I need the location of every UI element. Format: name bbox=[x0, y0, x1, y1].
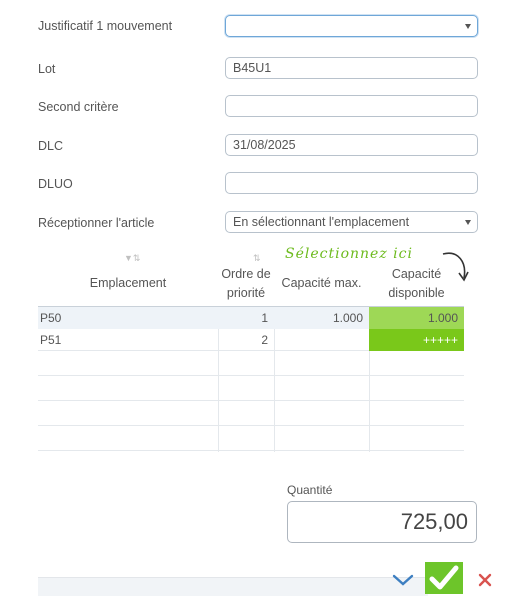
chevron-down-icon bbox=[465, 220, 471, 225]
cell-emplacement: P50 bbox=[40, 311, 62, 325]
reception-select[interactable]: En sélectionnant l'emplacement bbox=[225, 211, 478, 233]
table-row[interactable]: P51 2 +++++ bbox=[38, 329, 464, 351]
cell-ordre: 2 bbox=[261, 333, 268, 347]
col-header-ordre-line1: Ordre de bbox=[221, 267, 271, 281]
table-row[interactable]: P50 1 1.000 1.000 bbox=[38, 307, 464, 329]
filter-icon[interactable]: ▼⇅ bbox=[124, 253, 140, 264]
grid-divider bbox=[38, 375, 464, 376]
grid-divider bbox=[38, 400, 464, 401]
col-header-capacite-dispo-line2: disponible bbox=[388, 286, 445, 300]
cell-ordre: 1 bbox=[261, 311, 268, 325]
reception-value: En sélectionnant l'emplacement bbox=[233, 215, 410, 229]
lot-value: B45U1 bbox=[233, 61, 272, 75]
chevron-down-icon bbox=[392, 574, 414, 586]
chevron-down-icon bbox=[465, 24, 471, 29]
cell-capacite-max: 1.000 bbox=[332, 311, 363, 325]
emplacement-grid: ▼⇅ Emplacement ⇅ Ordre de priorité Capac… bbox=[38, 250, 464, 452]
quantite-label: Quantité bbox=[287, 483, 333, 497]
lot-label: Lot bbox=[38, 62, 56, 76]
dluo-field[interactable] bbox=[225, 172, 478, 194]
dlc-field[interactable]: 31/08/2025 bbox=[225, 134, 478, 156]
cancel-button[interactable] bbox=[470, 566, 500, 594]
justificatif-select[interactable] bbox=[225, 15, 478, 37]
check-icon bbox=[429, 565, 459, 590]
footer-bar bbox=[38, 577, 428, 596]
col-header-ordre-line2: priorité bbox=[226, 286, 266, 300]
col-header-capacite-dispo-line1: Capacité bbox=[391, 267, 442, 281]
col-header-ordre[interactable]: Ordre de priorité bbox=[218, 265, 274, 303]
cell-capacite-dispo[interactable]: 1.000 bbox=[369, 307, 464, 329]
col-header-capacite-dispo[interactable]: Capacité disponible bbox=[369, 265, 464, 303]
chevron-down-button[interactable] bbox=[388, 566, 418, 594]
cell-capacite-dispo[interactable]: +++++ bbox=[369, 329, 464, 351]
cell-capacite-max bbox=[274, 329, 363, 351]
second-critere-field[interactable] bbox=[225, 95, 478, 117]
sort-icon[interactable]: ⇅ bbox=[253, 253, 261, 264]
grid-divider bbox=[38, 425, 464, 426]
dlc-label: DLC bbox=[38, 139, 64, 153]
grid-divider bbox=[38, 450, 464, 451]
close-icon bbox=[478, 573, 492, 587]
dlc-value: 31/08/2025 bbox=[233, 138, 296, 152]
justificatif-label: Justificatif 1 mouvement bbox=[38, 19, 173, 33]
col-header-emplacement[interactable]: Emplacement bbox=[38, 274, 218, 293]
reception-label: Réceptionner l'article bbox=[38, 216, 155, 230]
validate-button[interactable] bbox=[425, 562, 463, 594]
quantite-input[interactable]: 725,00 bbox=[287, 501, 477, 543]
dluo-label: DLUO bbox=[38, 177, 73, 191]
lot-field[interactable]: B45U1 bbox=[225, 57, 478, 79]
cell-emplacement: P51 bbox=[40, 333, 62, 347]
second-critere-label: Second critère bbox=[38, 100, 119, 114]
col-header-capacite-max[interactable]: Capacité max. bbox=[274, 274, 369, 293]
